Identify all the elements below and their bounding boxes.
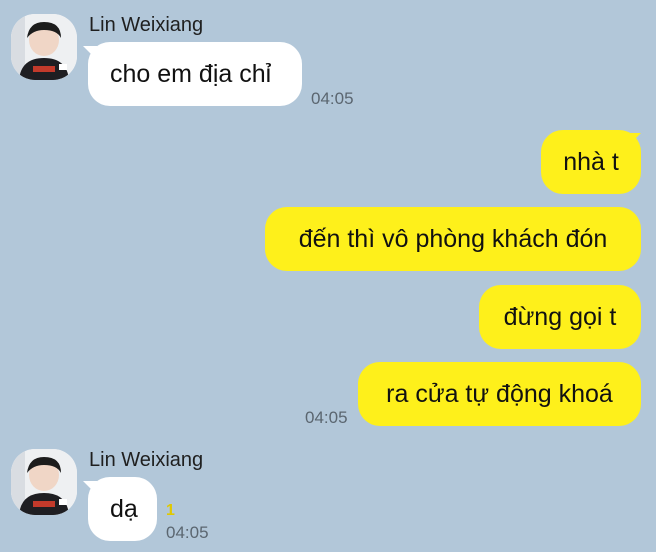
message-bubble[interactable]: cho em địa chỉ: [88, 42, 302, 106]
message-time: 04:05: [166, 523, 209, 542]
message-text: ra cửa tự động khoá: [386, 379, 613, 408]
message-text: nhà t: [563, 147, 619, 176]
message-text: đừng gọi t: [503, 302, 617, 331]
message-text: đến thì vô phòng khách đón: [298, 224, 608, 253]
message-text: dạ: [110, 494, 138, 523]
message-bubble[interactable]: dạ: [88, 477, 157, 541]
avatar-photo-icon: [11, 14, 77, 80]
sender-name: Lin Weixiang: [89, 449, 204, 471]
sender-name: Lin Weixiang: [89, 14, 204, 36]
message-bubble[interactable]: đừng gọi t: [479, 285, 641, 349]
message-time: 04:05: [311, 89, 354, 108]
sender-avatar[interactable]: [11, 14, 77, 80]
message-text: cho em địa chỉ: [110, 59, 272, 88]
message-bubble[interactable]: đến thì vô phòng khách đón: [265, 207, 641, 271]
message-bubble[interactable]: ra cửa tự động khoá: [358, 362, 641, 426]
unread-count: 1: [166, 502, 175, 519]
sender-avatar[interactable]: [11, 449, 77, 515]
avatar-photo-icon: [11, 449, 77, 515]
message-time: 04:05: [305, 408, 348, 427]
message-bubble[interactable]: nhà t: [541, 130, 641, 194]
